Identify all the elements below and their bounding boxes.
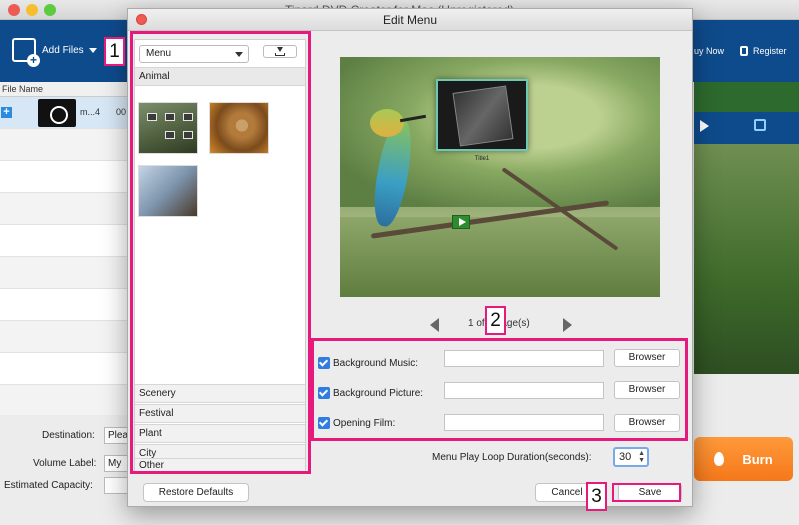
empty-row: [0, 289, 128, 321]
chevron-down-icon[interactable]: [88, 47, 97, 53]
file-row[interactable]: + m...4 00: [0, 97, 128, 129]
play-icon[interactable]: [700, 120, 709, 132]
preview-image: [694, 144, 799, 374]
menu-preview: Title1: [340, 57, 660, 297]
empty-row: [0, 193, 128, 225]
step-number-2: 2: [485, 306, 506, 335]
register-label: Register: [753, 46, 787, 56]
stepper-arrows-icon[interactable]: ▲ ▼: [638, 450, 645, 464]
next-page-icon[interactable]: [563, 318, 572, 332]
highlight-template-panel: [130, 31, 311, 474]
empty-row: [0, 225, 128, 257]
dialog-titlebar: Edit Menu: [128, 9, 692, 31]
add-files-label: Add Files: [42, 44, 84, 56]
empty-row: [0, 353, 128, 385]
preview-strip: [694, 82, 799, 374]
buy-now-link[interactable]: uy Now: [694, 46, 724, 56]
add-files-icon: [12, 38, 40, 67]
video-thumbnail: [38, 99, 76, 127]
loop-duration-stepper[interactable]: 30 ▲ ▼: [613, 447, 649, 467]
file-list: + m...4 00: [0, 97, 128, 417]
edit-icon[interactable]: [754, 119, 766, 131]
burn-button[interactable]: Burn: [694, 437, 793, 481]
register-link[interactable]: Register: [740, 46, 787, 56]
empty-row: [0, 129, 128, 161]
capacity-label: Estimated Capacity:: [4, 480, 93, 491]
expand-plus-icon[interactable]: +: [1, 107, 12, 118]
highlight-save: [612, 483, 681, 502]
bird-head-image: [370, 109, 404, 137]
restore-defaults-button[interactable]: Restore Defaults: [143, 483, 249, 502]
add-files-button[interactable]: Add Files: [12, 38, 97, 67]
file-name: m...4: [80, 107, 101, 117]
preview-ground: [340, 217, 660, 297]
dialog-title: Edit Menu: [382, 13, 438, 27]
file-duration: 00: [116, 107, 127, 117]
empty-row: [0, 257, 128, 289]
loop-duration-label: Menu Play Loop Duration(seconds):: [432, 452, 592, 463]
loop-duration-value: 30: [619, 451, 632, 463]
previous-page-icon[interactable]: [430, 318, 439, 332]
output-settings: Destination: Plea Volume Label: My Estim…: [0, 415, 130, 525]
step-number-3: 3: [586, 482, 607, 511]
step-number-1: 1: [104, 37, 125, 66]
title-label[interactable]: Title1: [460, 156, 504, 162]
highlight-options: [311, 338, 688, 441]
empty-row: [0, 321, 128, 353]
empty-row: [0, 385, 128, 417]
flame-icon: [714, 452, 725, 466]
title-thumbnail-frame[interactable]: [436, 79, 528, 151]
file-list-header: File Name: [0, 82, 128, 97]
volume-label: Volume Label:: [33, 458, 97, 469]
player-controls: [694, 112, 799, 144]
destination-label: Destination:: [42, 430, 95, 441]
burn-label: Burn: [742, 451, 773, 467]
empty-row: [0, 161, 128, 193]
play-button-icon[interactable]: [452, 215, 470, 229]
key-icon: [740, 46, 748, 56]
